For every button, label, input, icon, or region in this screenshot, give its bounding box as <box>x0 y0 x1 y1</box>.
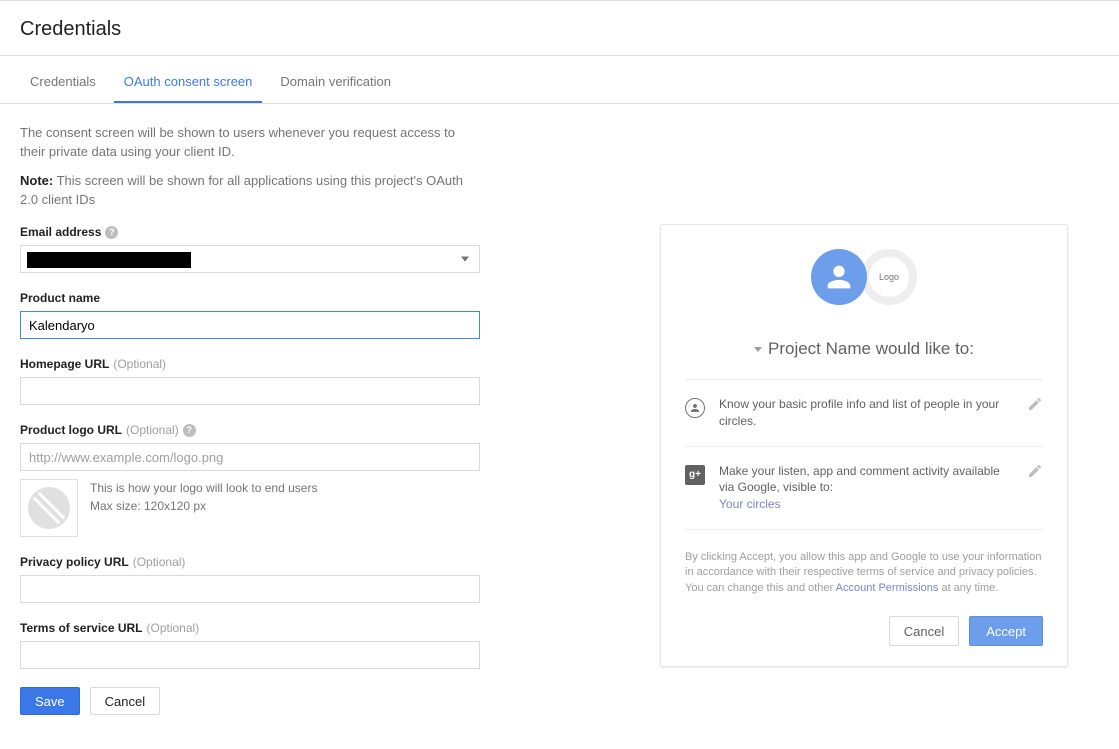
disclaimer: By clicking Accept, you allow this app a… <box>685 550 1043 596</box>
gplus-icon: g+ <box>685 465 705 485</box>
homepage-input[interactable] <box>20 377 480 405</box>
app-logo-placeholder: Logo <box>861 249 917 305</box>
chevron-down-icon <box>754 347 762 352</box>
permission-item: Know your basic profile info and list of… <box>685 380 1043 447</box>
pencil-icon[interactable] <box>1027 463 1043 479</box>
logo-url-input[interactable] <box>20 443 480 471</box>
homepage-optional: (Optional) <box>113 357 166 371</box>
logo-url-label: Product logo URL <box>20 423 122 437</box>
privacy-input[interactable] <box>20 575 480 603</box>
cancel-button[interactable]: Cancel <box>90 687 160 715</box>
help-icon[interactable]: ? <box>183 424 196 437</box>
tos-input[interactable] <box>20 641 480 669</box>
email-redacted <box>27 252 191 268</box>
privacy-optional: (Optional) <box>133 555 186 569</box>
profile-icon <box>685 398 705 418</box>
note: Note: This screen will be shown for all … <box>20 172 480 210</box>
logo-hint-1: This is how your logo will look to end u… <box>90 479 317 497</box>
pencil-icon[interactable] <box>1027 396 1043 412</box>
help-icon[interactable]: ? <box>105 226 118 239</box>
tabs: Credentials OAuth consent screen Domain … <box>0 62 1119 104</box>
tos-optional: (Optional) <box>147 621 200 635</box>
preview-accept-button[interactable]: Accept <box>969 616 1043 646</box>
tos-label: Terms of service URL <box>20 621 143 635</box>
user-avatar-icon <box>811 249 867 305</box>
email-label: Email address <box>20 225 101 239</box>
logo-hint-2: Max size: 120x120 px <box>90 497 317 515</box>
note-prefix: Note: <box>20 173 53 188</box>
page-title: Credentials <box>0 1 1119 55</box>
permission-text: Make your listen, app and comment activi… <box>719 463 1013 513</box>
permission-text: Know your basic profile info and list of… <box>719 396 1013 430</box>
preview-cancel-button[interactable]: Cancel <box>889 616 959 646</box>
consent-preview: Logo Project Name would like to: Know yo… <box>660 224 1068 667</box>
privacy-label: Privacy policy URL <box>20 555 129 569</box>
your-circles-link[interactable]: Your circles <box>719 497 781 511</box>
homepage-label: Homepage URL <box>20 357 109 371</box>
tab-credentials[interactable]: Credentials <box>20 62 106 103</box>
preview-column: Logo Project Name would like to: Know yo… <box>660 224 1068 715</box>
tab-oauth-consent[interactable]: OAuth consent screen <box>114 62 263 103</box>
tab-domain-verification[interactable]: Domain verification <box>270 62 401 103</box>
logo-preview-box <box>20 479 78 537</box>
permission-item: g+ Make your listen, app and comment act… <box>685 447 1043 530</box>
form-column: The consent screen will be shown to user… <box>20 124 480 715</box>
preview-title: Project Name would like to: <box>768 339 974 359</box>
no-image-icon <box>28 487 70 529</box>
product-name-label: Product name <box>20 291 100 305</box>
description: The consent screen will be shown to user… <box>20 124 480 162</box>
chevron-down-icon <box>461 257 469 262</box>
email-select[interactable] <box>20 245 480 273</box>
account-permissions-link[interactable]: Account Permissions <box>836 582 939 594</box>
logo-url-optional: (Optional) <box>126 423 179 437</box>
divider <box>0 55 1119 56</box>
save-button[interactable]: Save <box>20 687 80 715</box>
note-text: This screen will be shown for all applic… <box>20 173 463 207</box>
product-name-input[interactable] <box>20 311 480 339</box>
